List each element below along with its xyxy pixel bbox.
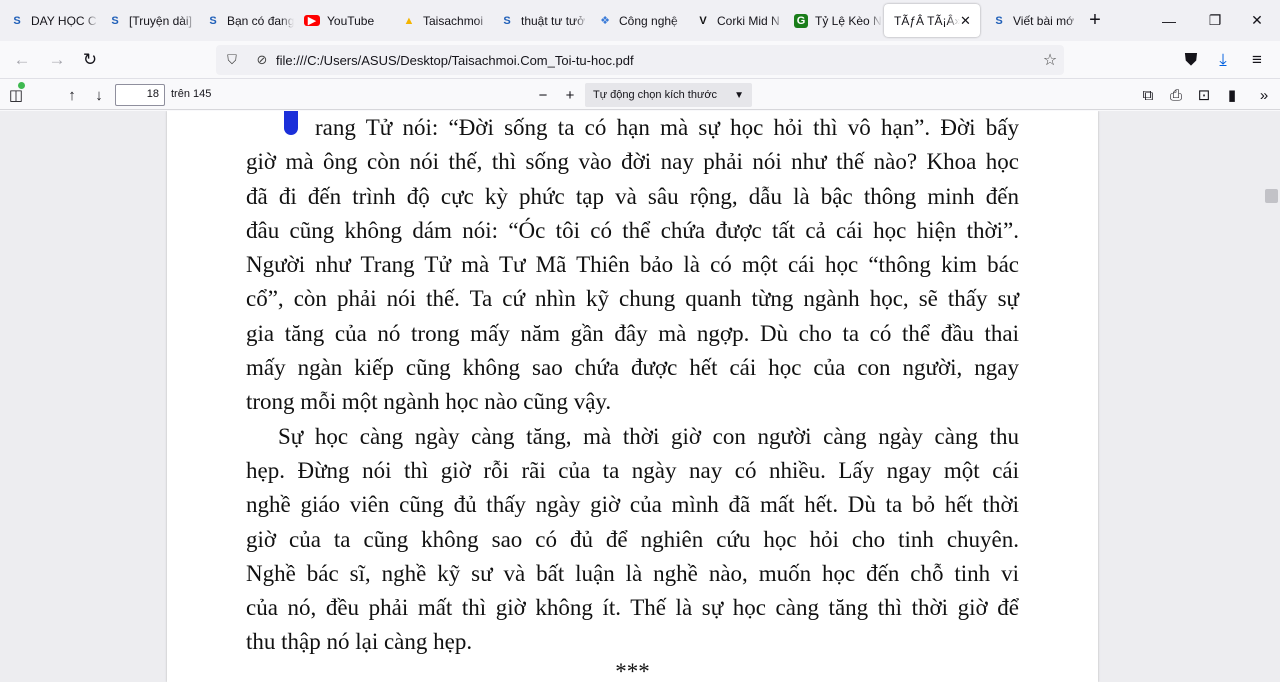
tab-6[interactable]: ❖ Công nghệ [588, 0, 686, 41]
tab-strip: S DAY HỌC C S [Truyện dài] S Bạn có đang ▶ Y… [0, 0, 1280, 41]
text-line: thu thập nó lại càng hẹp. [246, 629, 473, 655]
zoom-in-icon[interactable]: + [558, 83, 582, 107]
tab-label: thuật tư tưở [521, 13, 585, 28]
minimize-icon[interactable]: — [1146, 0, 1192, 41]
tab-8[interactable]: G Tỷ Lệ Kèo N [784, 0, 882, 41]
tab-label: Tỷ Lệ Kèo N [815, 13, 882, 28]
next-page-icon[interactable]: ↓ [87, 83, 111, 107]
presentation-icon[interactable]: ⧉ [1136, 83, 1160, 107]
text-line: hẹp. Đừng nói thì giờ rỗi rãi của ta ngà… [246, 457, 1019, 483]
text-line: của nó, đều phải mất thì giờ không ít. T… [246, 595, 1019, 621]
tab-active[interactable]: TÃƒÂ­ TÃ¡Â» ✕ [884, 4, 980, 37]
s-icon: S [209, 14, 217, 27]
text-line: đâu cũng không dám nói: “Óc tôi có thể c… [246, 217, 1019, 243]
text-line: Người như Trang Tử mà Tư Mã Thiên bảo là… [246, 252, 1019, 278]
forward-icon[interactable]: → [42, 45, 72, 75]
pdf-viewer[interactable]: rang Tử nói: “Đời sống ta có hạn mà sự h… [0, 111, 1280, 682]
pocket-icon[interactable]: ⛊ [1176, 45, 1206, 75]
page-number-input[interactable]: 18 [115, 84, 165, 106]
zoom-out-icon[interactable]: − [531, 83, 555, 107]
drive-icon: ▲ [403, 14, 415, 27]
notification-dot [18, 82, 25, 89]
pdf-toolbar: ◫ ↑ ↓ 18 trên 145 − + Tự động chọn kích … [0, 80, 1280, 110]
navigation-bar: ← → ↻ ⛉ ⊘ file:///C:/Users/ASUS/Desktop/… [0, 41, 1280, 79]
print-icon[interactable]: ⎙ [1164, 83, 1188, 107]
page-info-icon[interactable]: ⊘ [254, 52, 270, 68]
tab-4[interactable]: ▲ Taisachmoi [392, 0, 490, 41]
tab-2[interactable]: S Bạn có đang [196, 0, 294, 41]
youtube-icon: ▶ [304, 15, 320, 27]
text-line: đã đi đến trình độ cực kỳ phức tạp và sâ… [246, 183, 1019, 209]
tab-label: Taisachmoi [423, 13, 484, 28]
text-line: mấy ngàn kiếp cũng không sao chứa được h… [246, 355, 1019, 381]
pdf-page: rang Tử nói: “Đời sống ta có hạn mà sự h… [167, 111, 1098, 682]
zoom-select[interactable]: Tự động chọn kích thước ▼ [585, 83, 752, 107]
url-text[interactable]: file:///C:/Users/ASUS/Desktop/Taisachmoi… [276, 53, 1036, 68]
tab-0[interactable]: S DAY HỌC C [0, 0, 98, 41]
page-total: trên 145 [171, 88, 212, 100]
text-line: Nghề bác sĩ, nghề kỹ sư và bất luận là n… [246, 560, 1019, 586]
close-icon[interactable]: ✕ [960, 13, 974, 29]
bookmark-star-icon[interactable]: ☆ [1036, 50, 1064, 70]
tab-3[interactable]: ▶ YouTube [294, 0, 392, 41]
text-line: gia tăng của nó trong mấy năm gần đây mà… [246, 320, 1019, 346]
tab-label: [Truyện dài] [129, 13, 192, 28]
reload-icon[interactable]: ↻ [75, 45, 105, 75]
tab-label: Viết bài mớ [1013, 13, 1075, 28]
page-text: rang Tử nói: “Đời sống ta có hạn mà sự h… [246, 111, 1019, 660]
tab-label: YouTube [327, 13, 375, 28]
tab-label: DAY HỌC C [31, 13, 97, 28]
s-icon: S [995, 14, 1003, 27]
text-line: rang Tử nói: “Đời sống ta có hạn mà sự h… [315, 115, 1019, 140]
menu-icon[interactable]: ≡ [1242, 45, 1272, 75]
new-tab-icon[interactable]: + [1080, 9, 1110, 32]
tab-7[interactable]: V Corki Mid N [686, 0, 784, 41]
previous-page-icon[interactable]: ↑ [60, 83, 84, 107]
back-icon[interactable]: ← [7, 45, 37, 75]
text-line: Sự học càng ngày càng tăng, mà thời giờ … [278, 423, 1019, 449]
v-icon: V [699, 14, 707, 27]
s-icon: S [503, 14, 511, 27]
section-separator: *** [615, 659, 650, 682]
g-icon: G [794, 13, 808, 28]
text-line: giờ của ta cũng không sao có đủ để nghiê… [246, 526, 1019, 552]
text-line: trong mỗi một ngành học nào cũng vậy. [246, 389, 612, 415]
text-line: cổ”, còn phải nói thế. Ta cứ nhìn kỹ chu… [246, 286, 1019, 312]
save-icon[interactable]: ⊡ [1192, 83, 1216, 107]
url-bar[interactable]: ⛉ ⊘ file:///C:/Users/ASUS/Desktop/Taisac… [216, 45, 1064, 75]
download-icon[interactable]: ⤓ [1208, 45, 1238, 75]
zoom-value: Tự động chọn kích thước [593, 89, 718, 101]
tab-1[interactable]: S [Truyện dài] [98, 0, 196, 41]
close-window-icon[interactable]: ✕ [1234, 0, 1280, 41]
s-icon: S [13, 14, 21, 27]
shield-icon[interactable]: ⛉ [224, 52, 240, 68]
tab-label: Bạn có đang [227, 13, 294, 28]
text-line: nghề giáo viên cũng đủ thấy ngày giờ của… [246, 492, 1019, 518]
tab-label: TÃƒÂ­ TÃ¡Â» [894, 13, 960, 28]
tab-10[interactable]: S Viết bài mớ [982, 0, 1080, 41]
w-icon: ❖ [600, 15, 610, 27]
bookmark-icon[interactable]: ▮ [1220, 83, 1244, 107]
maximize-icon[interactable]: ❐ [1192, 0, 1238, 41]
chevron-down-icon: ▼ [734, 89, 744, 101]
tab-5[interactable]: Sthuật tư tưở [490, 0, 588, 41]
s-icon: S [111, 14, 119, 27]
tab-label: Công nghệ [619, 13, 678, 28]
tools-chevron-icon[interactable]: » [1252, 83, 1276, 107]
text-line: giờ mà ông còn nói thế, thì sống vào đời… [246, 149, 1019, 175]
tab-label: Corki Mid N [717, 13, 780, 28]
scrollbar-thumb[interactable] [1265, 189, 1278, 203]
